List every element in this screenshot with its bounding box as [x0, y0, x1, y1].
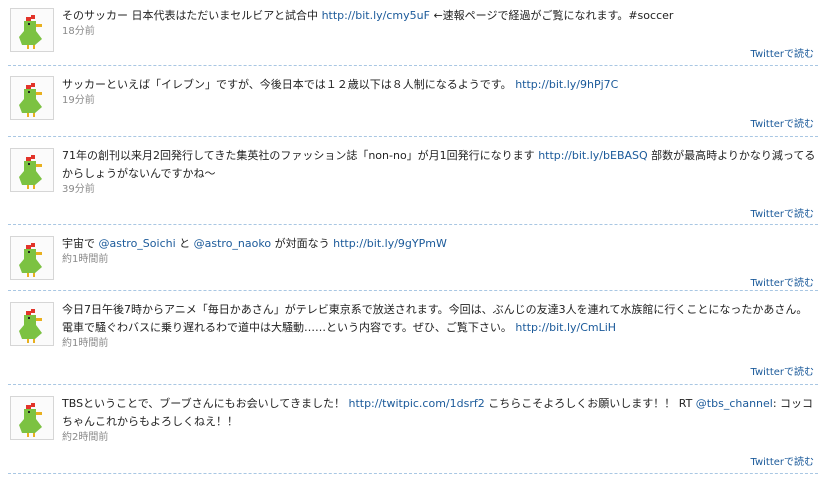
green-bird-avatar-icon: [19, 243, 42, 277]
green-bird-avatar-icon: [19, 15, 42, 49]
tweet-text: 今日7日午後7時からアニメ「毎日かあさん」がテレビ東京系で放送されます。今回は、…: [62, 303, 808, 334]
mention-link[interactable]: @astro_Soichi: [99, 237, 176, 250]
avatar[interactable]: [10, 396, 54, 440]
tweet-text: TBSということで、ブーブさんにもお会いしてきました！ http://twitp…: [62, 397, 814, 428]
separator: [8, 473, 818, 474]
tweet-link[interactable]: http://bit.ly/9gYPmW: [333, 237, 447, 250]
tweet-timestamp[interactable]: 18分前: [62, 25, 816, 39]
tweet-item: TBSということで、ブーブさんにもお会いしてきました！ http://twitp…: [0, 388, 826, 477]
green-bird-avatar-icon: [19, 155, 42, 189]
separator: [8, 65, 818, 66]
green-bird-avatar-icon: [19, 403, 42, 437]
tweet-feed: そのサッカー 日本代表はただいまセルビアと試合中 http://bit.ly/c…: [0, 0, 826, 477]
tweet-link[interactable]: http://bit.ly/CmLiH: [515, 321, 616, 334]
tweet-timestamp[interactable]: 約1時間前: [62, 337, 816, 351]
mention-link[interactable]: @tbs_channel: [696, 397, 773, 410]
tweet-timestamp[interactable]: 約1時間前: [62, 253, 816, 267]
tweet-timestamp[interactable]: 19分前: [62, 94, 816, 108]
mention-link[interactable]: @astro_naoko: [194, 237, 271, 250]
tweet-link[interactable]: http://bit.ly/9hPj7C: [515, 78, 618, 91]
tweet-text: そのサッカー 日本代表はただいまセルビアと試合中 http://bit.ly/c…: [62, 9, 674, 22]
green-bird-avatar-icon: [19, 309, 42, 343]
tweet-timestamp[interactable]: 39分前: [62, 183, 816, 197]
read-on-twitter-link[interactable]: Twitterで読む: [750, 45, 814, 60]
avatar[interactable]: [10, 302, 54, 346]
tweet-item: 宇宙で @astro_Soichi と @astro_naoko が対面なう h…: [0, 228, 826, 294]
tweet-text: 宇宙で @astro_Soichi と @astro_naoko が対面なう h…: [62, 237, 447, 250]
read-on-twitter-link[interactable]: Twitterで読む: [750, 205, 814, 220]
separator: [8, 290, 818, 291]
avatar[interactable]: [10, 236, 54, 280]
tweet-link[interactable]: http://bit.ly/cmy5uF: [322, 9, 430, 22]
tweet-item: 71年の創刊以来月2回発行してきた集英社のファッション誌「non-no」が月1回…: [0, 140, 826, 228]
read-on-twitter-link[interactable]: Twitterで読む: [750, 453, 814, 468]
read-on-twitter-link[interactable]: Twitterで読む: [750, 274, 814, 289]
tweet-item: 今日7日午後7時からアニメ「毎日かあさん」がテレビ東京系で放送されます。今回は、…: [0, 294, 826, 384]
read-on-twitter-link[interactable]: Twitterで読む: [750, 115, 814, 130]
tweet-text: サッカーといえば「イレブン」ですが、今後日本では１２歳以下は８人制になるようです…: [62, 78, 619, 91]
tweet-text: 71年の創刊以来月2回発行してきた集英社のファッション誌「non-no」が月1回…: [62, 149, 816, 180]
tweet-item: サッカーといえば「イレブン」ですが、今後日本では１２歳以下は８人制になるようです…: [0, 68, 826, 140]
avatar[interactable]: [10, 8, 54, 52]
separator: [8, 384, 818, 385]
separator: [8, 136, 818, 137]
tweet-link[interactable]: http://twitpic.com/1dsrf2: [348, 397, 484, 410]
read-on-twitter-link[interactable]: Twitterで読む: [750, 363, 814, 378]
avatar[interactable]: [10, 148, 54, 192]
separator: [8, 224, 818, 225]
tweet-item: そのサッカー 日本代表はただいまセルビアと試合中 http://bit.ly/c…: [0, 0, 826, 72]
tweet-timestamp[interactable]: 約2時間前: [62, 431, 816, 445]
tweet-link[interactable]: http://bit.ly/bEBASQ: [538, 149, 647, 162]
green-bird-avatar-icon: [19, 83, 42, 117]
avatar[interactable]: [10, 76, 54, 120]
